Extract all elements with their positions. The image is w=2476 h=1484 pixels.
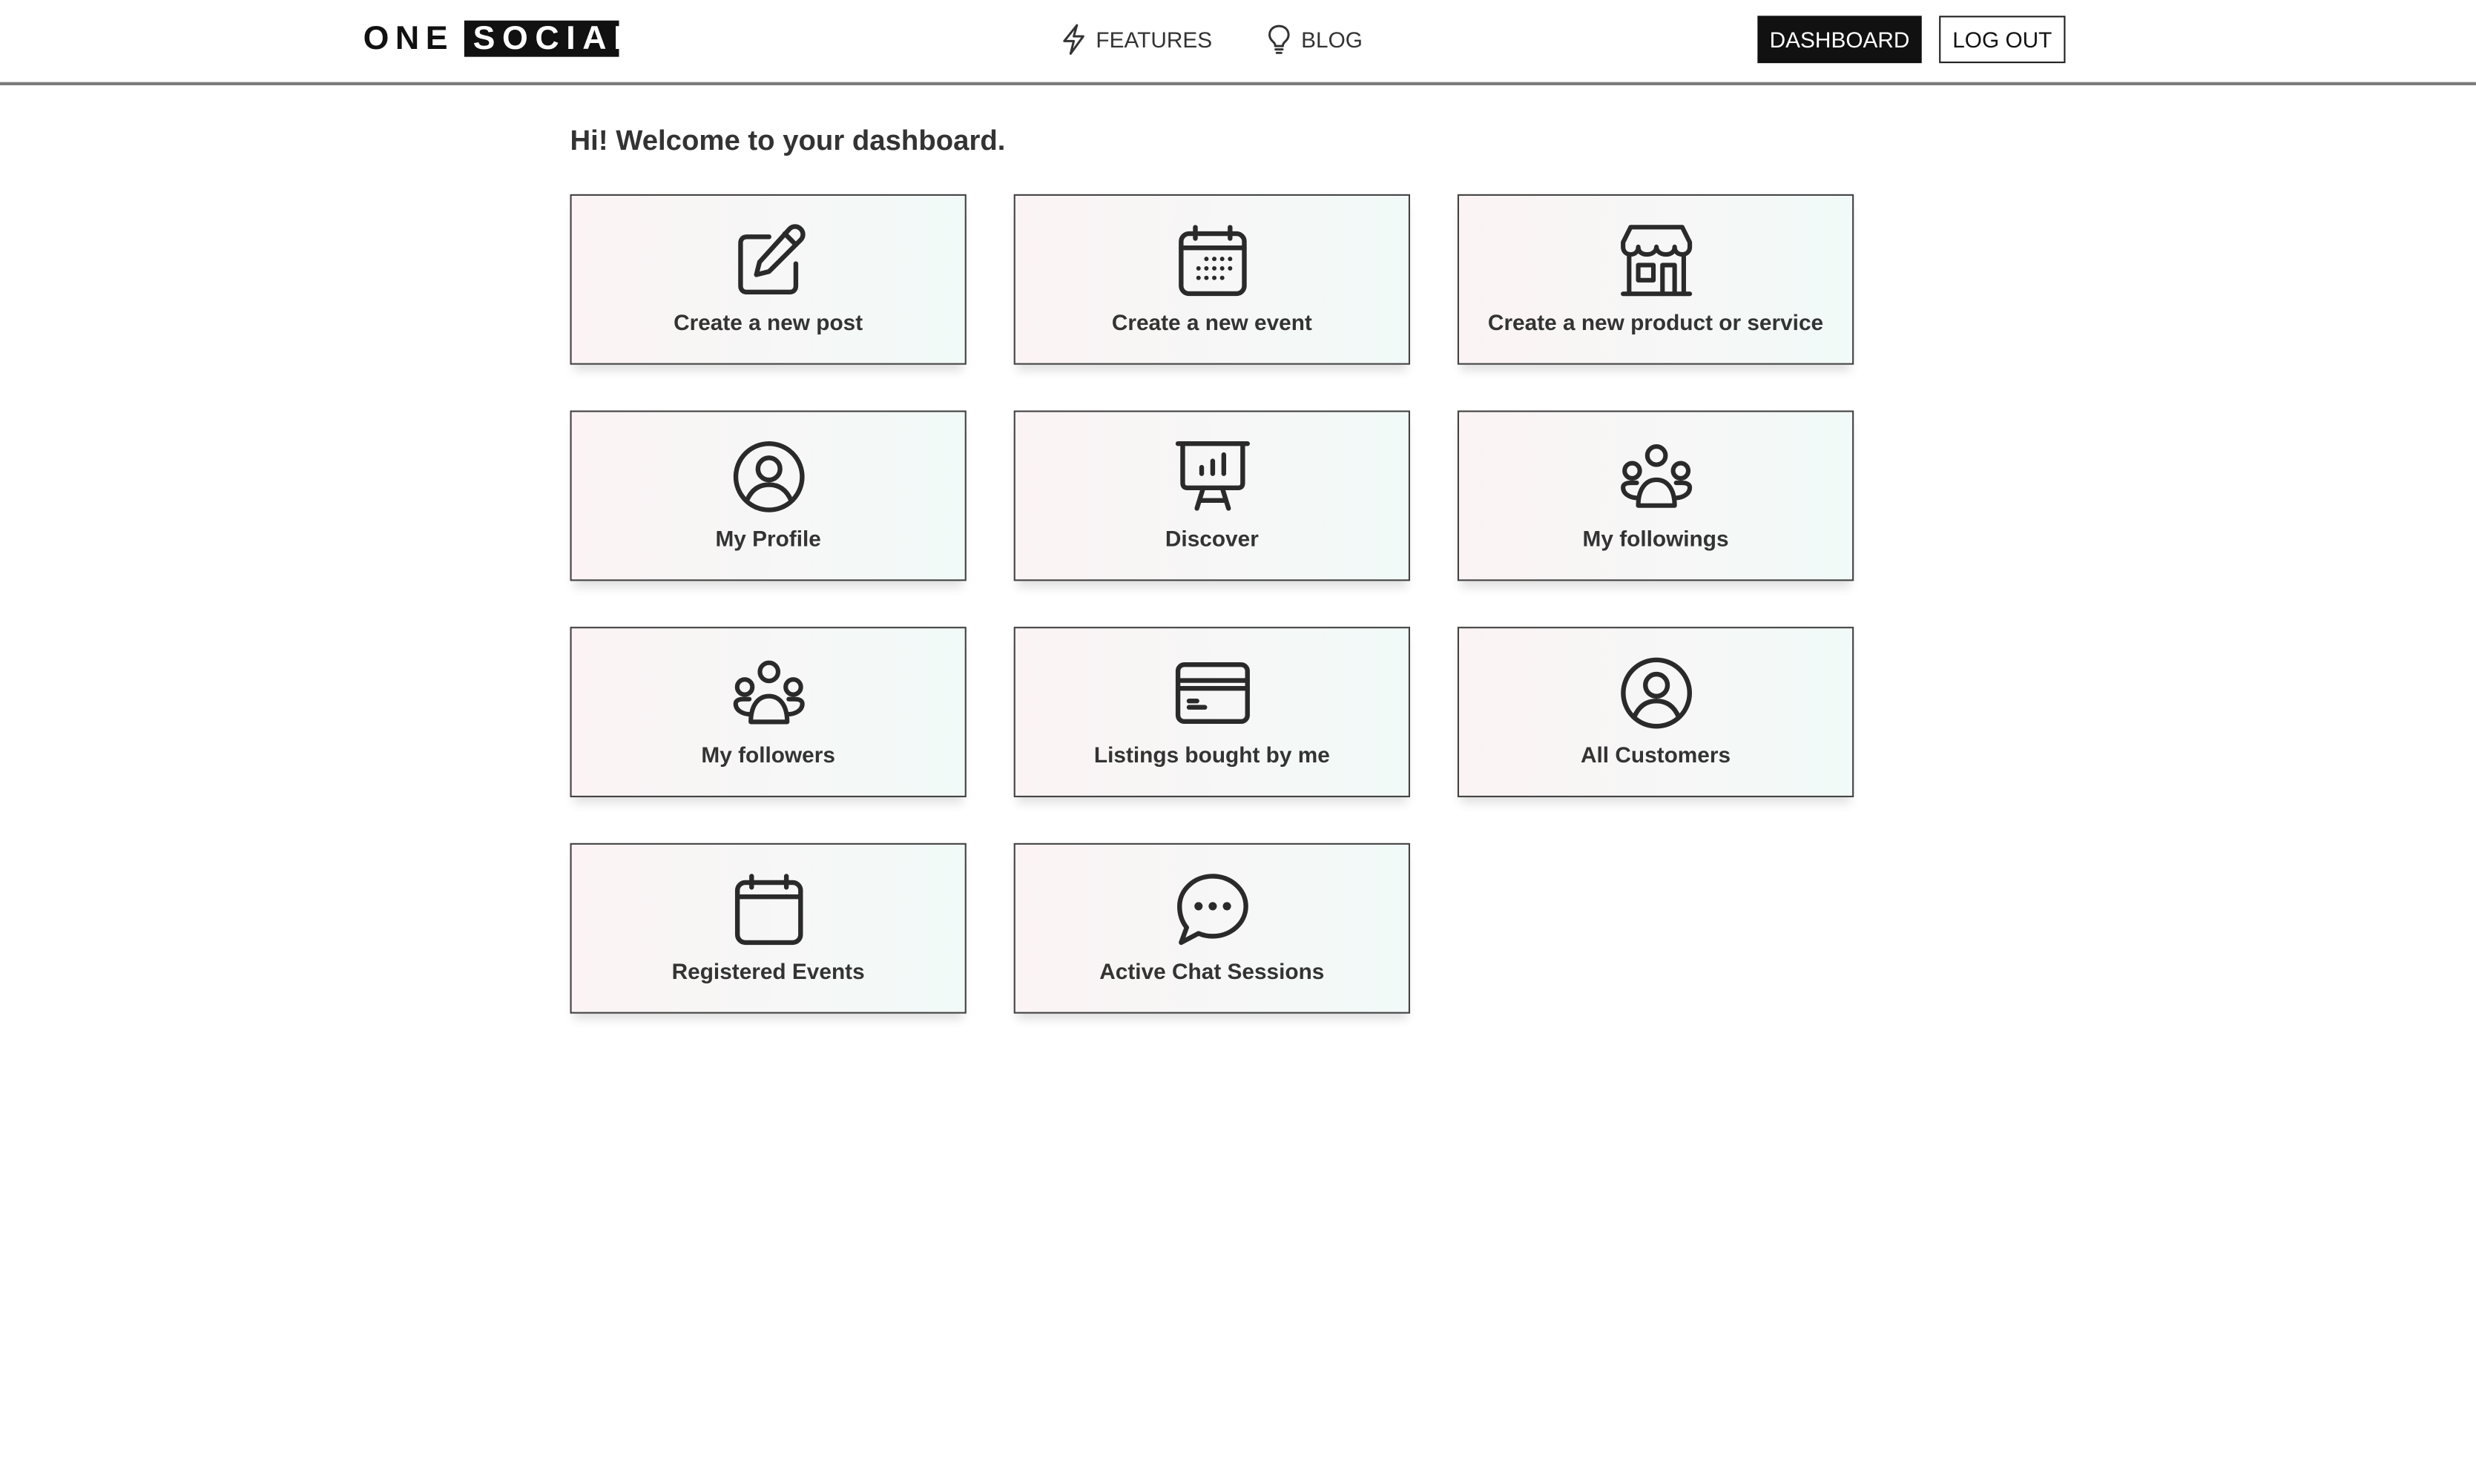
nav-features-label: FEATURES	[1096, 27, 1213, 53]
card-label: My followers	[701, 742, 835, 768]
users-group-icon	[1620, 443, 1692, 508]
page: ONE SOCIAL FEATURES BLOG DASHBOARD LOG O…	[0, 0, 2476, 1484]
calendar-event-icon	[1178, 225, 1246, 297]
chat-bubble-icon	[1176, 874, 1248, 946]
card-discover[interactable]: Discover	[1013, 410, 1411, 581]
user-circle-icon	[732, 441, 804, 512]
card-my-followings[interactable]: My followings	[1457, 410, 1854, 581]
presentation-chart-icon	[1174, 441, 1249, 511]
card-registered-events[interactable]: Registered Events	[570, 842, 967, 1014]
card-label: Create a new product or service	[1487, 309, 1824, 335]
card-label: Create a new post	[674, 309, 863, 335]
nav-features-link[interactable]: FEATURES	[1061, 22, 1213, 57]
store-icon	[1620, 225, 1692, 297]
card-listings-bought[interactable]: Listings bought by me	[1013, 627, 1411, 798]
dashboard-grid: Create a new post Create a new event Cre…	[570, 194, 1854, 1014]
card-label: Active Chat Sessions	[1099, 958, 1325, 984]
card-label: My Profile	[715, 525, 821, 551]
card-create-event[interactable]: Create a new event	[1013, 194, 1411, 365]
logo-word-social: SOCIAL	[463, 20, 633, 57]
card-label: Create a new event	[1111, 309, 1312, 335]
edit-icon	[737, 224, 805, 295]
card-my-profile[interactable]: My Profile	[570, 410, 967, 581]
card-label: My followings	[1582, 525, 1729, 551]
card-create-product[interactable]: Create a new product or service	[1457, 194, 1854, 365]
lightbulb-icon	[1268, 24, 1290, 54]
card-all-customers[interactable]: All Customers	[1457, 627, 1854, 798]
card-active-chat-sessions[interactable]: Active Chat Sessions	[1013, 842, 1411, 1014]
card-label: Listings bought by me	[1093, 742, 1330, 768]
card-label: All Customers	[1580, 742, 1731, 768]
card-create-post[interactable]: Create a new post	[570, 194, 967, 365]
logout-button[interactable]: LOG OUT	[1939, 16, 2066, 64]
users-group-icon	[732, 660, 804, 725]
card-my-followers[interactable]: My followers	[570, 627, 967, 798]
welcome-heading: Hi! Welcome to your dashboard.	[570, 125, 1006, 156]
calendar-icon	[734, 874, 803, 946]
card-label: Registered Events	[671, 958, 865, 984]
logo-word-one: ONE	[363, 20, 455, 57]
nav-blog-label: BLOG	[1301, 27, 1363, 53]
user-circle-icon	[1620, 657, 1691, 729]
lightning-icon	[1063, 24, 1084, 55]
card-label: Discover	[1165, 525, 1259, 551]
dashboard-button[interactable]: DASHBOARD	[1757, 16, 1922, 64]
top-navbar: ONE SOCIAL FEATURES BLOG DASHBOARD LOG O…	[0, 0, 2476, 85]
credit-card-icon	[1174, 662, 1249, 725]
logo[interactable]: ONE SOCIAL	[363, 20, 633, 57]
nav-blog-link[interactable]: BLOG	[1266, 22, 1363, 57]
